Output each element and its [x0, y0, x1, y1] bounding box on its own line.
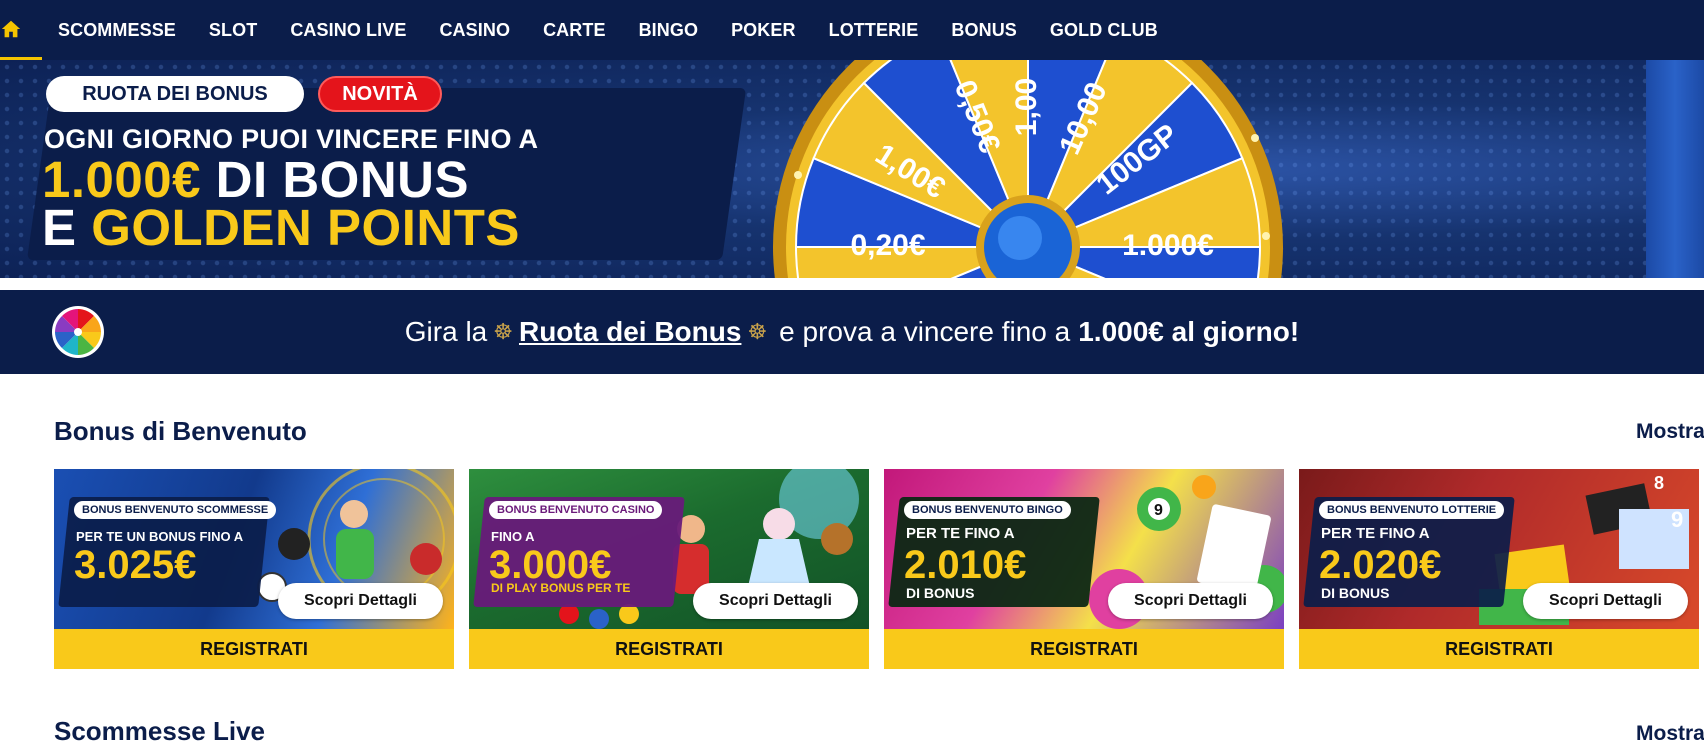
hero-points: GOLDEN POINTS	[91, 199, 520, 256]
card-banner[interactable]: BONUS BENVENUTO SCOMMESSE PER TE UN BONU…	[54, 469, 454, 629]
card-subtitle: PER TE UN BONUS FINO A	[76, 529, 244, 544]
details-button[interactable]: Scopri Dettagli	[278, 583, 443, 619]
nav-item-poker[interactable]: POKER	[731, 20, 796, 41]
wheel-label: 0,20€	[850, 229, 925, 262]
bonus-card-bingo: 9 BONUS BENVENUTO BINGO PER TE FINO A 2.…	[884, 469, 1284, 669]
top-navigation: SCOMMESSE SLOT CASINO LIVE CASINO CARTE …	[0, 0, 1704, 60]
hero-banner[interactable]: RUOTA DEI BONUS NOVITÀ OGNI GIORNO PUOI …	[0, 60, 1704, 278]
bonus-card-list: BONUS BENVENUTO SCOMMESSE PER TE UN BONU…	[54, 469, 1704, 669]
hero-points-prefix: E	[42, 199, 92, 256]
wheel-label: 1.000€	[1122, 229, 1214, 262]
nav-menu: SCOMMESSE SLOT CASINO LIVE CASINO CARTE …	[58, 20, 1191, 41]
register-button[interactable]: REGISTRATI	[54, 629, 454, 669]
nav-home-link[interactable]	[0, 0, 42, 60]
nav-item-carte[interactable]: CARTE	[543, 20, 606, 41]
nav-item-casino-live[interactable]: CASINO LIVE	[290, 20, 406, 41]
hero-new-badge: NOVITÀ	[318, 76, 442, 112]
register-button[interactable]: REGISTRATI	[469, 629, 869, 669]
card-caption: DI BONUS	[906, 585, 975, 601]
section-title: Bonus di Benvenuto	[54, 416, 307, 446]
nav-item-slot[interactable]: SLOT	[209, 20, 257, 41]
card-banner[interactable]: 8 9 BONUS BENVENUTO LOTTERIE PER TE FINO…	[1299, 469, 1699, 629]
nav-item-casino[interactable]: CASINO	[439, 20, 510, 41]
nav-item-lotterie[interactable]: LOTTERIE	[829, 20, 919, 41]
nav-item-bingo[interactable]: BINGO	[639, 20, 699, 41]
details-button[interactable]: Scopri Dettagli	[1523, 583, 1688, 619]
promo-wheel-link[interactable]: Ruota dei Bonus	[519, 316, 741, 348]
card-subtitle: PER TE FINO A	[906, 525, 1015, 542]
bonus-card-scommesse: BONUS BENVENUTO SCOMMESSE PER TE UN BONU…	[54, 469, 454, 669]
hero-points-line: E GOLDEN POINTS	[42, 202, 520, 254]
ferris-wheel-icon: ☸	[747, 319, 768, 344]
hero-side-decoration	[1646, 60, 1704, 278]
bonus-card-lotterie: 8 9 BONUS BENVENUTO LOTTERIE PER TE FINO…	[1299, 469, 1699, 669]
card-caption: DI BONUS	[1321, 585, 1390, 601]
details-button[interactable]: Scopri Dettagli	[693, 583, 858, 619]
card-banner[interactable]: BONUS BENVENUTO CASINO FINO A 3.000€ DI …	[469, 469, 869, 629]
card-subtitle: FINO A	[491, 529, 535, 544]
hero-tag: RUOTA DEI BONUS	[46, 76, 304, 112]
promo-message: Gira la ☸ Ruota dei Bonus ☸ e prova a vi…	[405, 316, 1299, 348]
register-button[interactable]: REGISTRATI	[884, 629, 1284, 669]
promo-middle: e prova a vincere fino a	[779, 316, 1071, 347]
nav-item-gold-club[interactable]: GOLD CLUB	[1050, 20, 1158, 41]
card-caption: DI PLAY BONUS PER TE	[491, 581, 631, 595]
bonus-card-casino: BONUS BENVENUTO CASINO FINO A 3.000€ DI …	[469, 469, 869, 669]
card-tag: BONUS BENVENUTO BINGO	[904, 501, 1071, 519]
card-tag: BONUS BENVENUTO SCOMMESSE	[74, 501, 277, 519]
svg-text:9: 9	[1154, 502, 1163, 519]
card-tag: BONUS BENVENUTO CASINO	[489, 501, 663, 519]
next-section-show-more-link[interactable]: Mostra	[1636, 722, 1704, 746]
svg-text:9: 9	[1671, 507, 1683, 532]
home-icon	[1, 20, 21, 37]
register-button[interactable]: REGISTRATI	[1299, 629, 1699, 669]
next-section-title: Scommesse Live	[54, 716, 266, 746]
card-amount: 2.020€	[1319, 543, 1442, 587]
wheel-graphic: 0,50€1,0010,00100GP1.000€0,20€0,20€1,00€…	[773, 60, 1283, 278]
section-show-more-link[interactable]: Mostra	[1636, 420, 1704, 444]
ferris-wheel-icon: ☸	[493, 319, 513, 344]
bonus-wheel: 0,50€1,0010,00100GP1.000€0,20€0,20€1,00€…	[768, 60, 1288, 278]
wheel-logo-icon	[52, 306, 104, 358]
card-amount: 3.025€	[74, 543, 197, 587]
card-banner[interactable]: 9 BONUS BENVENUTO BINGO PER TE FINO A 2.…	[884, 469, 1284, 629]
nav-item-bonus[interactable]: BONUS	[951, 20, 1017, 41]
promo-highlight: 1.000€ al giorno!	[1078, 316, 1300, 347]
card-tag: BONUS BENVENUTO LOTTERIE	[1319, 501, 1505, 519]
card-amount: 2.010€	[904, 543, 1027, 587]
nav-item-scommesse[interactable]: SCOMMESSE	[58, 20, 176, 41]
promo-bar: Gira la ☸ Ruota dei Bonus ☸ e prova a vi…	[0, 290, 1704, 374]
card-subtitle: PER TE FINO A	[1321, 525, 1430, 542]
wheel-label: 1,00	[1010, 78, 1043, 136]
svg-text:8: 8	[1654, 473, 1664, 493]
promo-prefix: Gira la	[404, 316, 488, 347]
details-button[interactable]: Scopri Dettagli	[1108, 583, 1273, 619]
